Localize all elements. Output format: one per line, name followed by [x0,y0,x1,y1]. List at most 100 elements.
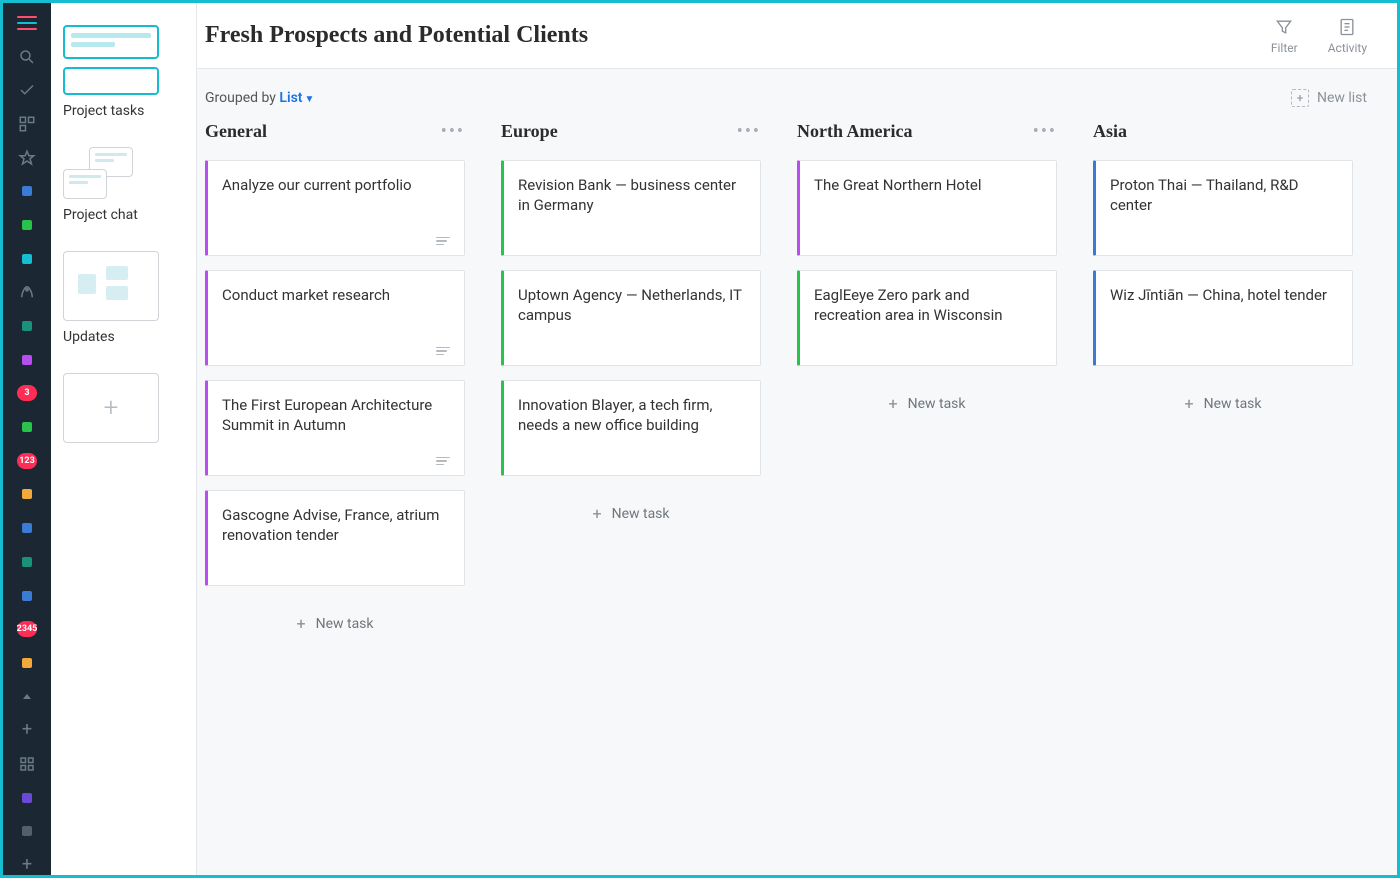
task-card[interactable]: The Great Northern Hotel [797,160,1057,256]
grouped-by-control[interactable]: Grouped by List▼ [205,90,314,106]
primary-nav-rail: 3 123 2345 + + [3,3,51,875]
filter-icon [1274,17,1294,37]
task-card-title: Wiz Jīntiān — China, hotel tender [1110,285,1336,305]
plus-icon: + [297,614,306,633]
task-card[interactable]: The First European Architecture Summit i… [205,380,465,476]
project-marker-2[interactable] [17,215,37,235]
grid-icon[interactable] [17,114,37,134]
task-card-title: EaglEeye Zero park and recreation area i… [814,285,1040,326]
view-thumb-updates[interactable] [63,251,159,321]
filter-button[interactable]: Filter [1271,17,1298,55]
task-card-title: Revision Bank — business center in Germa… [518,175,744,216]
sidebar-label-tasks: Project tasks [63,103,144,119]
plus-icon: + [1185,394,1194,413]
description-icon [436,347,450,356]
project-marker-12[interactable] [17,788,37,808]
notification-badge-3[interactable]: 2345 [17,619,37,639]
grouped-value: List [279,90,302,106]
task-card[interactable]: Gascogne Advise, France, atrium renovati… [205,490,465,586]
column-header: Asia [1093,121,1353,142]
column-asia: Asia Proton Thai — Thailand, R&D center Wi… [1093,121,1353,855]
activity-icon [1337,17,1357,37]
column-menu-button[interactable]: ••• [737,121,761,142]
new-list-label: New list [1317,90,1367,106]
grouped-prefix: Grouped by [205,90,279,106]
project-marker-10[interactable] [17,586,37,606]
star-icon[interactable] [17,148,37,168]
filter-label: Filter [1271,41,1298,55]
project-marker-3[interactable] [17,249,37,269]
task-card-title: Conduct market research [222,285,448,305]
column-header: General ••• [205,121,465,142]
apps-icon[interactable] [17,754,37,774]
project-marker-4[interactable] [17,316,37,336]
project-marker-7[interactable] [17,485,37,505]
column-general: General ••• Analyze our current portfolio C… [205,121,465,855]
task-card[interactable]: Analyze our current portfolio [205,160,465,256]
main-content: Fresh Prospects and Potential Clients Fi… [197,3,1397,875]
page-title: Fresh Prospects and Potential Clients [205,22,588,49]
sidebar-label-updates: Updates [63,329,115,345]
description-icon [436,237,450,246]
activity-button[interactable]: Activity [1328,17,1367,55]
topbar: Fresh Prospects and Potential Clients Fi… [197,3,1397,69]
project-marker-9[interactable] [17,552,37,572]
view-thumb-kanban-2[interactable] [63,67,159,95]
add-button-2[interactable]: + [17,855,37,875]
task-card[interactable]: EaglEeye Zero park and recreation area i… [797,270,1057,366]
new-task-label: New task [1204,396,1262,412]
column-north-america: North America••• The Great Northern Hotel… [797,121,1057,855]
project-marker-1[interactable] [17,181,37,201]
new-task-button[interactable]: + New task [797,380,1057,427]
column-menu-button[interactable]: ••• [441,121,465,142]
project-marker-5[interactable] [17,350,37,370]
menu-icon[interactable] [17,13,37,33]
task-card[interactable]: Revision Bank — business center in Germa… [501,160,761,256]
column-title: General [205,121,267,142]
task-card-title: Gascogne Advise, France, atrium renovati… [222,505,448,546]
new-task-button[interactable]: + New task [1093,380,1353,427]
activity-label: Activity [1328,41,1367,55]
view-thumb-kanban-active[interactable] [63,25,159,59]
task-card[interactable]: Innovation Blayer, a tech firm, needs a … [501,380,761,476]
task-card-title: Analyze our current portfolio [222,175,448,195]
new-task-label: New task [908,396,966,412]
view-thumb-chat[interactable] [63,147,133,199]
description-icon [436,457,450,466]
task-card[interactable]: Proton Thai — Thailand, R&D center [1093,160,1353,256]
check-icon[interactable] [17,80,37,100]
kanban-board: General ••• Analyze our current portfolio C… [197,121,1397,875]
new-task-label: New task [612,506,670,522]
sidebar-label-chat: Project chat [63,207,138,223]
new-list-button[interactable]: + New list [1291,89,1367,107]
project-marker-13[interactable] [17,822,37,842]
task-card[interactable]: Wiz Jīntiān — China, hotel tender [1093,270,1353,366]
new-task-button[interactable]: + New task [501,490,761,537]
task-card-title: Proton Thai — Thailand, R&D center [1110,175,1336,216]
project-marker-6[interactable] [17,417,37,437]
notification-badge-2[interactable]: 123 [17,451,37,471]
plus-icon: + [593,504,602,523]
task-card-title: The Great Northern Hotel [814,175,1040,195]
column-menu-button[interactable]: ••• [1033,121,1057,142]
column-header: Europe••• [501,121,761,142]
column-europe: Europe••• Revision Bank — business center… [501,121,761,855]
collapse-up-icon[interactable] [17,687,37,707]
chevron-down-icon: ▼ [305,94,315,105]
rocket-icon[interactable] [17,283,37,303]
task-card-title: Uptown Agency — Netherlands, IT campus [518,285,744,326]
task-card[interactable]: Conduct market research [205,270,465,366]
project-marker-8[interactable] [17,518,37,538]
task-card[interactable]: Uptown Agency — Netherlands, IT campus [501,270,761,366]
plus-icon: + [1291,89,1309,107]
add-view-button[interactable]: + [63,373,159,443]
project-marker-11[interactable] [17,653,37,673]
column-title: Asia [1093,121,1127,142]
search-icon[interactable] [17,47,37,67]
new-task-button[interactable]: + New task [205,600,465,647]
plus-icon: + [889,394,898,413]
column-header: North America••• [797,121,1057,142]
new-task-label: New task [316,616,374,632]
notification-badge-1[interactable]: 3 [17,384,37,404]
add-project-button[interactable]: + [17,720,37,740]
